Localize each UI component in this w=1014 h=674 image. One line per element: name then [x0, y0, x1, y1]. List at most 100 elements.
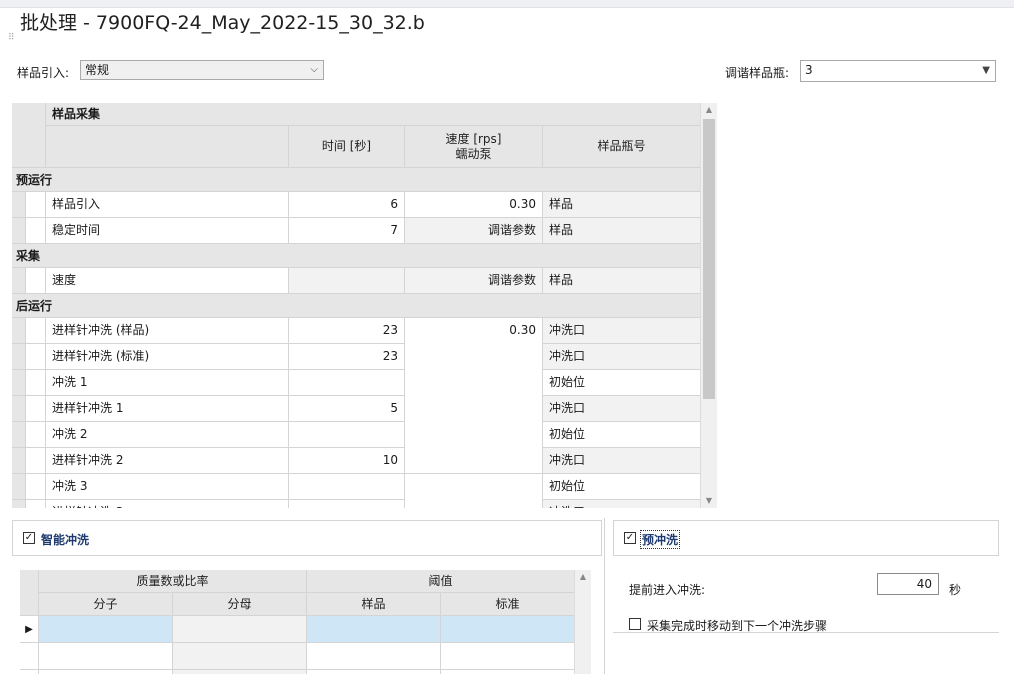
numerator-cell[interactable]: [39, 616, 173, 643]
row-selector[interactable]: [26, 474, 46, 500]
time-cell[interactable]: [289, 422, 405, 448]
denominator-cell[interactable]: [173, 616, 307, 643]
time-cell[interactable]: [289, 500, 405, 508]
row-gutter: [12, 192, 26, 218]
smart-rinse-scrollbar[interactable]: ▲: [575, 570, 591, 674]
vial-cell[interactable]: 冲洗口: [543, 448, 700, 474]
time-cell[interactable]: [289, 268, 405, 294]
sample-threshold-cell[interactable]: [307, 670, 441, 674]
vial-cell[interactable]: 样品: [543, 218, 700, 244]
scroll-down-icon[interactable]: ▼: [701, 494, 717, 508]
group-header-mass-ratio-label: 质量数或比率: [136, 573, 209, 588]
vial-cell[interactable]: 初始位: [543, 422, 700, 448]
speed-cell[interactable]: [405, 422, 543, 448]
sample-intro-label: 样品引入:: [17, 66, 70, 80]
row-selector[interactable]: [26, 422, 46, 448]
speed-cell[interactable]: 0.30: [405, 318, 543, 344]
row-selector[interactable]: [26, 396, 46, 422]
row-gutter: [12, 268, 26, 294]
advance-to-rinse-input[interactable]: 40: [877, 573, 939, 595]
smart-rinse-checkbox[interactable]: ✓: [23, 532, 35, 544]
time-cell[interactable]: 5: [289, 396, 405, 422]
vial-cell[interactable]: 初始位: [543, 474, 700, 500]
speed-cell[interactable]: [405, 344, 543, 370]
speed-cell[interactable]: [405, 448, 543, 474]
standard-threshold-cell[interactable]: [441, 670, 574, 674]
vial-cell[interactable]: 冲洗口: [543, 344, 700, 370]
scroll-up-icon[interactable]: ▲: [575, 570, 591, 584]
standard-threshold-cell[interactable]: [441, 643, 574, 670]
column-header-denominator[interactable]: 分母: [173, 593, 307, 616]
smart-rinse-label[interactable]: 智能冲洗: [41, 531, 89, 548]
row-selector[interactable]: ▶: [20, 616, 39, 643]
row-selector[interactable]: [26, 448, 46, 474]
vial-cell[interactable]: 冲洗口: [543, 318, 700, 344]
vial-cell[interactable]: 样品: [543, 192, 700, 218]
row-selector[interactable]: [26, 192, 46, 218]
scrollbar-thumb[interactable]: [703, 119, 715, 399]
pre-rinse-checkbox[interactable]: ✓: [624, 532, 636, 544]
speed-cell[interactable]: [405, 396, 543, 422]
column-header-time[interactable]: 时间 [秒]: [289, 126, 405, 168]
column-header-sample[interactable]: 样品: [307, 593, 441, 616]
time-cell[interactable]: [289, 474, 405, 500]
vial-cell[interactable]: 冲洗口: [543, 500, 700, 508]
vial-cell[interactable]: 样品: [543, 268, 700, 294]
move-next-step-checkbox[interactable]: [629, 618, 641, 630]
panel-divider: [613, 632, 999, 633]
speed-cell[interactable]: [405, 500, 543, 508]
step-name-cell: 冲洗 1: [46, 370, 289, 396]
column-header-speed-line1: 速度 [rps]: [445, 131, 502, 146]
column-header-numerator[interactable]: 分子: [39, 593, 173, 616]
row-selector[interactable]: [20, 643, 39, 670]
row-selector[interactable]: [26, 344, 46, 370]
group-header-threshold-label: 阈值: [428, 573, 453, 588]
time-cell[interactable]: 23: [289, 318, 405, 344]
speed-cell[interactable]: 0.30: [405, 192, 543, 218]
vial-cell[interactable]: 初始位: [543, 370, 700, 396]
time-cell[interactable]: [289, 370, 405, 396]
speed-cell[interactable]: [405, 474, 543, 500]
vial-cell[interactable]: 冲洗口: [543, 396, 700, 422]
pre-rinse-label[interactable]: 预冲洗: [640, 530, 681, 549]
column-header-speed[interactable]: 速度 [rps] 蠕动泵: [405, 126, 543, 168]
denominator-cell[interactable]: [173, 670, 307, 674]
tune-vial-value: 3: [805, 63, 813, 77]
step-name-cell: 进样针冲洗 3: [46, 500, 289, 508]
time-cell[interactable]: 23: [289, 344, 405, 370]
speed-cell[interactable]: 调谐参数: [405, 218, 543, 244]
row-selector[interactable]: [26, 268, 46, 294]
time-cell[interactable]: 6: [289, 192, 405, 218]
window-title: 批处理 - 7900FQ-24_May_2022-15_30_32.b: [20, 12, 425, 34]
speed-cell[interactable]: 调谐参数: [405, 268, 543, 294]
time-cell[interactable]: 10: [289, 448, 405, 474]
smart-rinse-header-panel: ✓ 智能冲洗: [12, 520, 602, 556]
row-selector[interactable]: [20, 670, 39, 674]
column-header-standard[interactable]: 标准: [441, 593, 574, 616]
row-selector[interactable]: [26, 318, 46, 344]
sample-intro-select[interactable]: 常规 ⌵: [80, 60, 324, 80]
row-selector-header: [20, 570, 39, 616]
column-header-vial[interactable]: 样品瓶号: [543, 126, 700, 168]
tune-vial-select[interactable]: 3 ▼: [800, 60, 996, 82]
row-gutter: [12, 474, 26, 500]
acquisition-grid-body: 样品采集 时间 [秒] 速度 [rps] 蠕动泵 样品瓶号 预运行 样品引入 6…: [12, 103, 700, 508]
row-selector[interactable]: [26, 218, 46, 244]
numerator-cell[interactable]: [39, 643, 173, 670]
row-selector[interactable]: [26, 500, 46, 508]
sample-threshold-cell[interactable]: [307, 616, 441, 643]
window-top-strip: [0, 0, 1014, 8]
time-cell[interactable]: 7: [289, 218, 405, 244]
grid-vertical-scrollbar[interactable]: ▲ ▼: [701, 103, 717, 508]
numerator-cell[interactable]: [39, 670, 173, 674]
scroll-up-icon[interactable]: ▲: [701, 103, 717, 117]
speed-cell[interactable]: [405, 370, 543, 396]
sample-threshold-cell[interactable]: [307, 643, 441, 670]
step-name-cell: 速度: [46, 268, 289, 294]
column-header-speed-line2: 蠕动泵: [455, 146, 492, 161]
drag-grip-icon[interactable]: ⠿: [8, 34, 15, 43]
row-gutter: [12, 344, 26, 370]
row-selector[interactable]: [26, 370, 46, 396]
standard-threshold-cell[interactable]: [441, 616, 574, 643]
denominator-cell[interactable]: [173, 643, 307, 670]
